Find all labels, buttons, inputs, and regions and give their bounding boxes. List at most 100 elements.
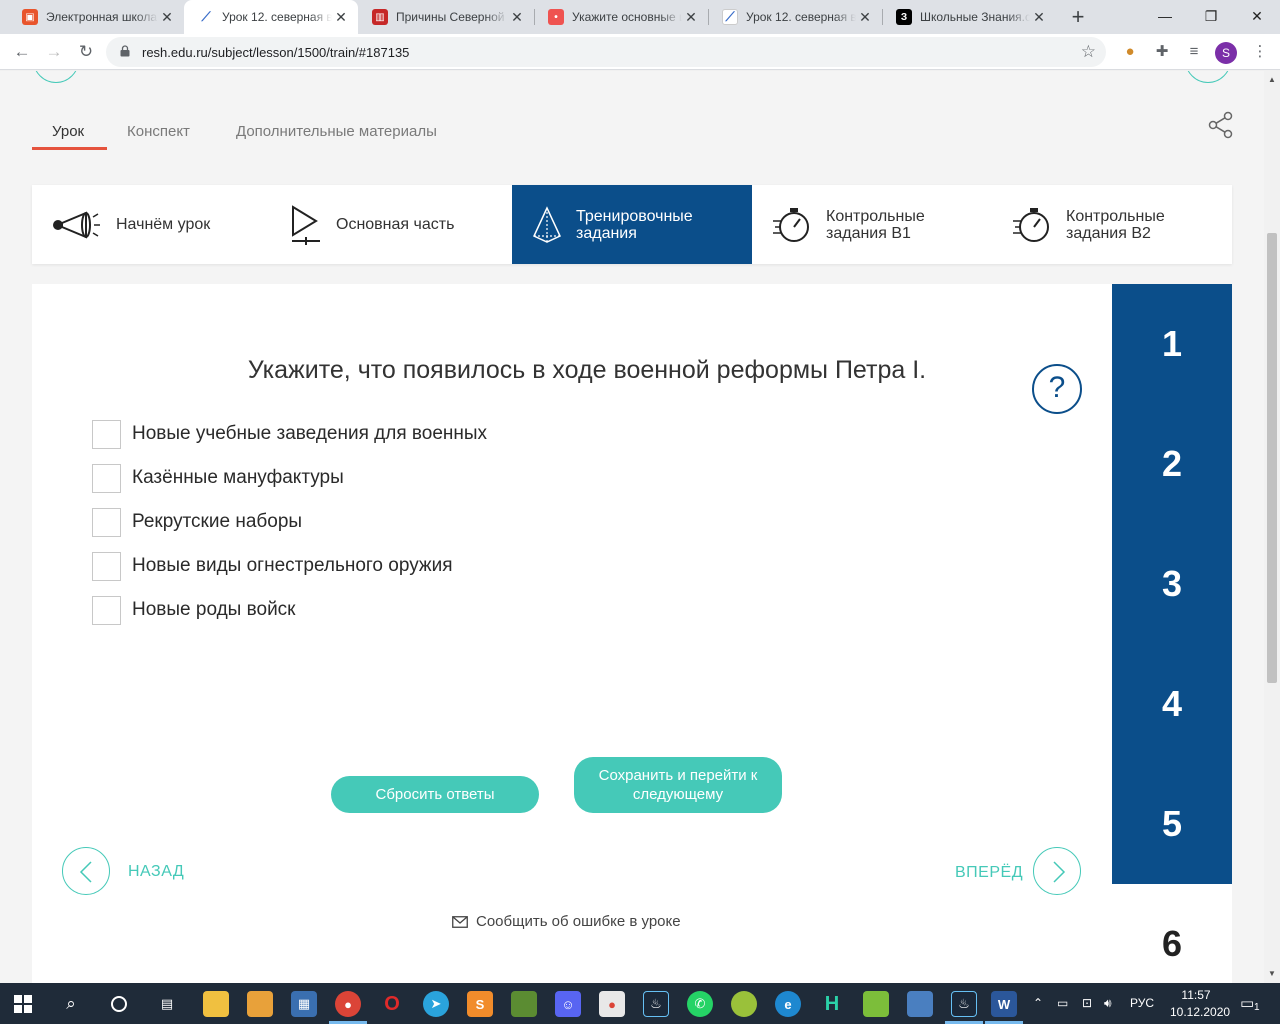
answer-option[interactable]: Новые роды войск (92, 595, 296, 625)
answer-option[interactable]: Казённые мануфактуры (92, 463, 344, 493)
checkbox[interactable] (92, 551, 121, 581)
steam-running-icon[interactable]: ♨ (951, 991, 977, 1017)
close-window-icon[interactable]: ✕ (1234, 0, 1280, 34)
profile-avatar[interactable]: S (1215, 42, 1237, 64)
reload-icon[interactable]: ↻ (75, 41, 97, 63)
task-number-1[interactable]: 1 (1112, 323, 1232, 365)
forward-arrow-icon[interactable]: → (43, 41, 65, 63)
scroll-down-icon[interactable]: ▼ (1268, 969, 1276, 978)
book-favicon-icon: ▥ (372, 9, 388, 25)
browser-tab[interactable]: • Укажите основные ц ✕ (534, 0, 708, 34)
system-clock[interactable]: 11:57 10.12.2020 (1170, 987, 1230, 1021)
browser-tab[interactable]: ▥ Причины Северной ✕ (358, 0, 534, 34)
calculator-icon[interactable]: ▦ (291, 991, 317, 1017)
sublime-text-icon[interactable]: S (467, 991, 493, 1017)
task-number-2[interactable]: 2 (1112, 443, 1232, 485)
reset-answers-button[interactable]: Сбросить ответы (331, 776, 539, 813)
tab-summary[interactable]: Конспект (127, 123, 190, 140)
minimize-icon[interactable]: — (1142, 0, 1188, 34)
checkbox[interactable] (92, 595, 121, 625)
whatsapp-icon[interactable]: ✆ (687, 991, 713, 1017)
back-label[interactable]: НАЗАД (128, 863, 184, 881)
report-error-link[interactable]: Сообщить об ошибке в уроке (452, 913, 681, 930)
telegram-icon[interactable]: ➤ (423, 991, 449, 1017)
close-tab-icon[interactable]: ✕ (158, 9, 176, 26)
windows-start-icon[interactable] (10, 991, 36, 1017)
game-launcher-icon[interactable] (731, 991, 757, 1017)
volume-icon[interactable]: 🔊︎ (1104, 983, 1112, 1024)
bookmark-star-icon[interactable]: ☆ (1081, 42, 1096, 62)
input-language[interactable]: РУС (1130, 983, 1154, 1024)
stage-control-b1[interactable]: Контрольные задания В1 (772, 185, 1002, 264)
vertical-scrollbar[interactable]: ▲ ▼ (1264, 71, 1280, 983)
task-number-3[interactable]: 3 (1112, 563, 1232, 605)
close-tab-icon[interactable]: ✕ (1030, 9, 1048, 26)
back-button[interactable] (62, 847, 110, 895)
word-icon[interactable]: W (991, 991, 1017, 1017)
chrome-menu-icon[interactable]: ⋮ (1250, 42, 1270, 62)
scrollbar-thumb[interactable] (1267, 233, 1277, 683)
scroll-up-icon[interactable]: ▲ (1268, 75, 1276, 84)
extension-cookie-icon[interactable]: ● (1120, 42, 1140, 62)
chrome-canary-icon[interactable]: ● (599, 991, 625, 1017)
lock-icon (120, 45, 130, 57)
share-icon[interactable] (1208, 111, 1234, 139)
url-field[interactable]: resh.edu.ru/subject/lesson/1500/train/#1… (106, 37, 1106, 67)
answer-option[interactable]: Рекрутские наборы (92, 507, 302, 537)
checkbox[interactable] (92, 419, 121, 449)
stage-start-lesson[interactable]: Начнём урок (50, 185, 272, 264)
answer-label: Новые учебные заведения для военных (132, 423, 488, 444)
checkbox[interactable] (92, 507, 121, 537)
task-number-5[interactable]: 5 (1112, 803, 1232, 845)
close-tab-icon[interactable]: ✕ (856, 9, 874, 26)
stage-training-tasks[interactable]: Тренировочные задания (512, 185, 752, 264)
task-number-4[interactable]: 4 (1112, 683, 1232, 725)
close-tab-icon[interactable]: ✕ (332, 9, 350, 26)
media-playlist-icon[interactable]: ≡ (1184, 42, 1204, 62)
opera-icon[interactable]: O (379, 991, 405, 1017)
search-icon[interactable]: ⌕ (58, 991, 84, 1017)
steam-icon[interactable]: ♨ (643, 991, 669, 1017)
tab-extra-materials[interactable]: Дополнительные материалы (236, 123, 437, 140)
action-center-icon[interactable]: ▭ (1240, 983, 1254, 1024)
remote-desktop-icon[interactable] (907, 991, 933, 1017)
stage-control-b2[interactable]: Контрольные задания В2 (1012, 185, 1232, 264)
back-arrow-icon[interactable]: ← (11, 41, 33, 63)
browser-tab[interactable]: ⟋ Урок 12. северная в ✕ (708, 0, 882, 34)
show-hidden-icons-icon[interactable]: ⌃ (1033, 983, 1043, 1024)
file-explorer-icon[interactable] (203, 991, 229, 1017)
network-icon[interactable]: ⊡ (1082, 983, 1092, 1024)
restore-icon[interactable]: ❐ (1188, 0, 1234, 34)
browser-tab[interactable]: ▣ Электронная школа ✕ (8, 0, 184, 34)
minecraft-icon[interactable] (511, 991, 537, 1017)
store-icon[interactable] (247, 991, 273, 1017)
task-view-icon[interactable]: ▤ (154, 991, 180, 1017)
answer-option[interactable]: Новые учебные заведения для военных (92, 419, 487, 449)
browser-tab-active[interactable]: ⟋ Урок 12. северная в ✕ (184, 0, 358, 34)
resh-favicon-icon: ⟋ (198, 9, 214, 25)
device-icon[interactable]: ▭ (1057, 983, 1068, 1024)
task-number-6[interactable]: 6 (1112, 923, 1232, 965)
forward-label[interactable]: ВПЕРЁД (955, 864, 1023, 882)
edge-icon[interactable]: e (775, 991, 801, 1017)
stage-main-part[interactable]: Основная часть (290, 185, 512, 264)
tab-lesson[interactable]: Урок (52, 123, 84, 140)
save-and-next-button[interactable]: Сохранить и перейти к следующему (574, 757, 782, 813)
tab-title: Урок 12. северная в (746, 10, 856, 24)
forward-button[interactable] (1033, 847, 1081, 895)
answer-option[interactable]: Новые виды огнестрельного оружия (92, 551, 453, 581)
bluestacks-icon[interactable] (863, 991, 889, 1017)
discord-icon[interactable]: ☺ (555, 991, 581, 1017)
report-error-label: Сообщить об ошибке в уроке (476, 913, 681, 930)
close-tab-icon[interactable]: ✕ (682, 9, 700, 26)
help-icon[interactable]: ? (1032, 364, 1082, 414)
extensions-puzzle-icon[interactable]: ✚ (1152, 42, 1172, 62)
browser-tab[interactable]: З Школьные Знания.с ✕ (882, 0, 1056, 34)
checkbox[interactable] (92, 463, 121, 493)
cortana-icon[interactable] (106, 991, 132, 1017)
new-tab-icon[interactable]: + (1066, 5, 1090, 29)
close-tab-icon[interactable]: ✕ (508, 9, 526, 26)
chrome-icon[interactable]: ● (335, 991, 361, 1017)
hydra-launcher-icon[interactable]: H (819, 991, 845, 1017)
tab-title: Причины Северной (396, 10, 505, 24)
